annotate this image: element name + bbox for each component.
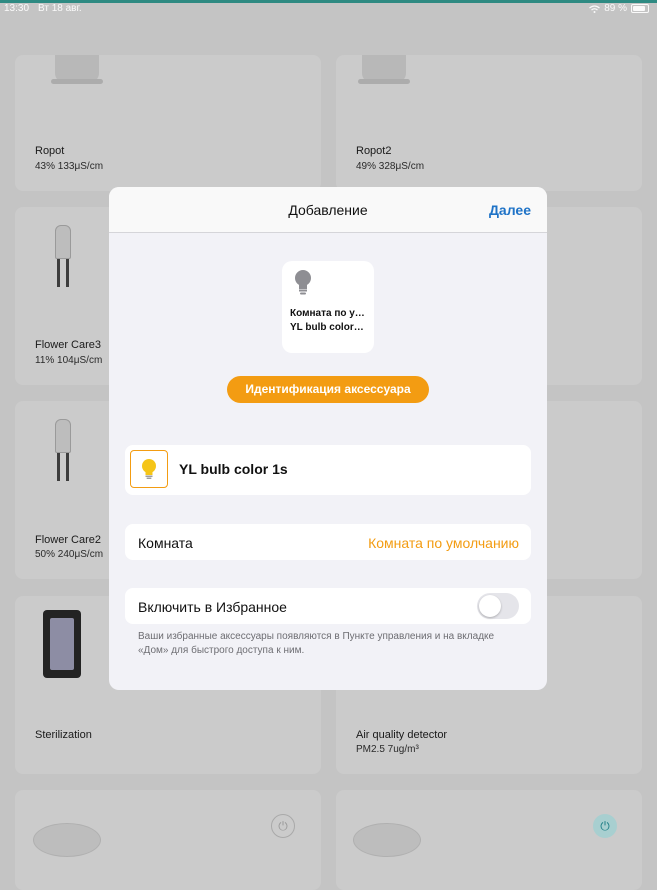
next-button[interactable]: Далее [489,202,531,218]
device-reading: 50% 240μS/cm [35,549,104,560]
plant-sensor-image [55,419,71,483]
plant-sensor-image [55,225,71,289]
dialog-title: Добавление [288,202,368,218]
device-card-lamp-1[interactable]: ⏻ [15,790,321,890]
device-name: Flower Care2 [35,534,102,546]
tile-accessory-label: YL bulb color 1s [290,322,366,333]
battery-percent: 89 % [604,3,627,14]
device-reading: 11% 104μS/cm [35,355,103,366]
plant-pot-image [358,55,410,84]
device-reading: PM2.5 7ug/m³ [356,744,419,755]
room-value[interactable]: Комната по умолчанию [368,535,519,551]
device-reading: 49% 328μS/cm [356,161,425,172]
identify-accessory-button[interactable]: Идентификация аксессуара [227,376,429,403]
accessory-name-row[interactable]: YL bulb color 1s [125,445,531,495]
room-row[interactable]: Комната Комната по умолчанию [125,524,531,560]
status-bar: 13:30 Вт 18 авг. 89 % [0,0,657,18]
device-name: Ropot [35,145,65,157]
toggle-knob [479,595,501,617]
lightbulb-icon [295,270,311,295]
power-icon[interactable]: ⏻ [271,814,295,838]
accessory-icon-box[interactable] [130,450,168,488]
device-card-ropot2[interactable]: Ropot2 49% 328μS/cm [336,55,642,191]
favorite-label: Включить в Избранное [138,599,287,615]
favorite-note: Ваши избранные аксессуары появляются в П… [138,631,495,656]
status-date: Вт 18 авг. [38,3,82,14]
device-name: Air quality detector [356,729,448,741]
favorite-toggle[interactable] [477,593,519,619]
status-time: 13:30 [4,3,30,14]
device-card-ropot[interactable]: Ropot 43% 133μS/cm [15,55,321,191]
ceiling-light-image [353,823,421,857]
favorite-row: Включить в Избранное [125,588,531,624]
device-name: Ropot2 [356,145,392,157]
dialog-header: Добавление Далее [109,187,547,233]
room-label: Комната [138,535,193,551]
device-reading: 43% 133μS/cm [35,161,104,172]
ceiling-light-image [33,823,101,857]
device-name: Sterilization [35,729,92,741]
wifi-icon [589,4,601,13]
accessory-tile[interactable]: Комната по умолчанию YL bulb color 1s [282,261,374,353]
tile-room-label: Комната по умолчанию [290,308,366,319]
battery-icon [631,4,649,13]
lightbulb-icon [142,459,156,479]
power-icon[interactable]: ⏻ [593,814,617,838]
sterilizer-image [43,610,81,678]
plant-pot-image [51,55,103,84]
device-card-lamp-2[interactable]: ⏻ [336,790,642,890]
add-accessory-dialog: Добавление Далее Комната по умолчанию YL… [109,187,547,690]
device-name: Flower Care3 [35,339,102,351]
accessory-name: YL bulb color 1s [179,461,288,477]
